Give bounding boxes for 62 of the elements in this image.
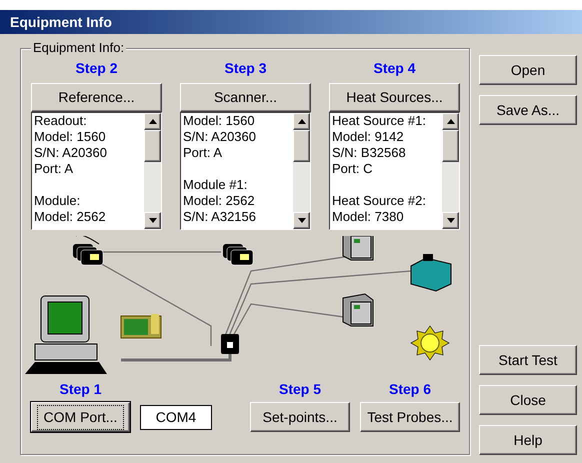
- step-label: Step 4: [372, 59, 416, 77]
- scrollbar[interactable]: [144, 113, 161, 229]
- bath-icon: [410, 254, 452, 292]
- computer-icon: [25, 296, 107, 374]
- info-listbox[interactable]: Model: 1560 S/N: A20360 Port: A Module #1: Model: 2562 S/N: A32156: [180, 112, 311, 230]
- listbox-line: Readout:: [34, 113, 88, 129]
- scroll-up-icon[interactable]: [144, 113, 161, 130]
- step-label: Step 2: [74, 59, 118, 77]
- listbox-line: Module:: [34, 193, 82, 209]
- side-button[interactable]: Open: [479, 55, 577, 85]
- dry-well-icon: [342, 293, 374, 326]
- listbox-line: S/N: A20360: [34, 145, 108, 161]
- info-listbox[interactable]: Readout: Model: 1560 S/N: A20360 Port: A Module: Model: 2562: [31, 112, 162, 230]
- step-button[interactable]: Heat Sources...: [329, 83, 460, 112]
- scroll-down-icon[interactable]: [442, 212, 459, 229]
- step-button[interactable]: COM Port...: [31, 402, 130, 432]
- scroll-thumb[interactable]: [293, 130, 310, 162]
- step-button[interactable]: Test Probes...: [360, 402, 460, 432]
- step-label: Step 5: [278, 380, 322, 398]
- switch-box-icon: [221, 334, 239, 354]
- scrollbar[interactable]: [293, 113, 310, 229]
- step-button[interactable]: Reference...: [31, 83, 162, 112]
- scroll-down-icon[interactable]: [293, 212, 310, 229]
- listbox-line: Module #1:: [183, 177, 248, 193]
- step-button[interactable]: Set-points...: [250, 402, 350, 432]
- scroll-up-icon[interactable]: [442, 113, 459, 130]
- probe-meter-icon: [73, 236, 104, 266]
- step-button[interactable]: Scanner...: [180, 83, 311, 112]
- sun-icon: [410, 325, 450, 361]
- listbox-line: S/N: A32156: [183, 209, 257, 225]
- listbox-line: Model: 2562: [34, 209, 107, 225]
- scroll-thumb[interactable]: [144, 130, 161, 162]
- listbox-line: Model: 2562: [183, 193, 256, 209]
- circuit-board-icon: [120, 314, 162, 338]
- side-button[interactable]: Start Test: [479, 345, 577, 375]
- scroll-up-icon[interactable]: [293, 113, 310, 130]
- listbox-line: S/N: B32568: [332, 145, 407, 161]
- scroll-thumb[interactable]: [442, 130, 459, 162]
- step-label: Step 3: [223, 59, 268, 77]
- side-button[interactable]: Close: [479, 385, 577, 415]
- listbox-line: Port: A: [34, 161, 74, 177]
- dry-well-icon: [342, 236, 374, 260]
- info-listbox[interactable]: Heat Source #1: Model: 9142 S/N: B32568 Port: C Heat Source #2: Model: 7380: [329, 112, 460, 230]
- step-label: Step 1: [58, 380, 102, 398]
- listbox-line: Model: 1560: [34, 129, 107, 145]
- group-label: Equipment Info:: [31, 40, 126, 56]
- listbox-line: Heat Source #1:: [332, 113, 427, 129]
- com-port-field[interactable]: COM4: [140, 404, 212, 430]
- listbox-line: Port: C: [332, 161, 374, 177]
- listbox-line: Port: A: [183, 145, 224, 161]
- side-button[interactable]: Help: [479, 425, 577, 455]
- listbox-line: Heat Source #2:: [332, 193, 427, 209]
- step-label: Step 6: [388, 380, 432, 398]
- listbox-line: Model: 9142: [332, 129, 405, 145]
- meter-icon: [223, 244, 254, 266]
- scrollbar[interactable]: [442, 113, 459, 229]
- listbox-line: Model: 7380: [332, 209, 405, 225]
- listbox-line: S/N: A20360: [183, 129, 257, 145]
- scroll-down-icon[interactable]: [144, 212, 161, 229]
- window-title: Equipment Info: [10, 12, 112, 32]
- listbox-line: Model: 1560: [183, 113, 256, 129]
- side-button[interactable]: Save As...: [479, 95, 577, 125]
